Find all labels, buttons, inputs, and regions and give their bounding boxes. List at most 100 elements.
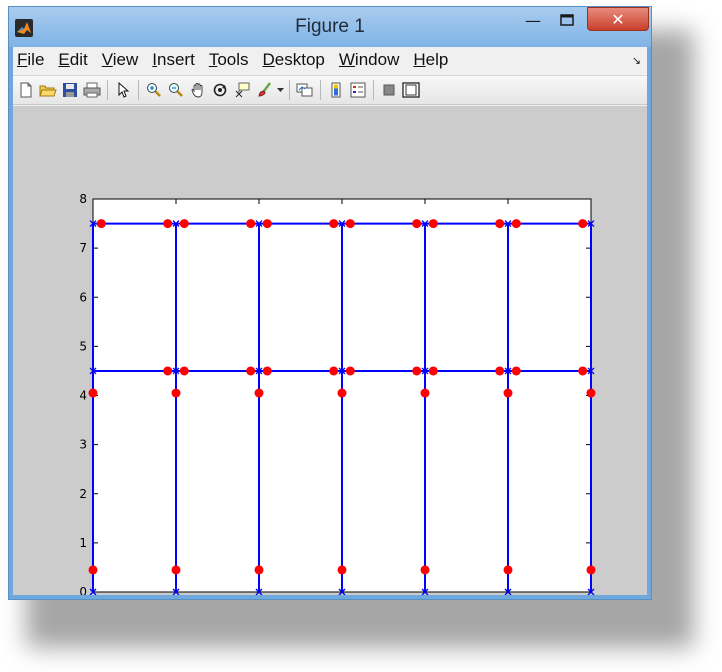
toolbar-separator — [289, 80, 290, 100]
menu-item-label: elp — [425, 50, 449, 69]
menu-item-desktop[interactable]: Desktop — [257, 50, 333, 70]
menu-item-accelerator: V — [101, 50, 113, 69]
menu-item-label: ools — [217, 50, 249, 69]
y-tick-label: 3 — [79, 438, 87, 452]
hide-plot-tools-icon[interactable] — [379, 80, 399, 100]
y-tick-label: 0 — [79, 585, 87, 595]
red-point — [495, 219, 505, 229]
red-point — [171, 565, 181, 575]
menu-item-window[interactable]: Window — [333, 50, 407, 70]
menu-item-insert[interactable]: Insert — [146, 50, 203, 70]
menu-item-accelerator: W — [338, 50, 355, 69]
y-tick-label: 1 — [79, 536, 87, 550]
y-tick-label: 6 — [79, 290, 87, 304]
menu-item-accelerator: F — [17, 50, 28, 69]
arrow-icon[interactable]: ↘ — [632, 54, 641, 67]
y-tick-label: 7 — [79, 241, 87, 255]
menu-item-label: indow — [354, 50, 400, 69]
menu-item-edit[interactable]: Edit — [52, 50, 95, 70]
print-icon[interactable] — [82, 80, 102, 100]
red-point — [246, 219, 256, 229]
pan-hand-icon[interactable] — [188, 80, 208, 100]
red-point — [171, 388, 181, 398]
maximize-button[interactable] — [551, 9, 583, 31]
red-point — [179, 366, 189, 376]
red-point — [88, 388, 98, 398]
zoom-out-icon[interactable] — [166, 80, 186, 100]
window-client: File Edit View Insert Tools Desktop Window Help… — [13, 47, 647, 595]
figure-toolbar — [13, 75, 647, 105]
red-point — [503, 565, 513, 575]
y-tick-label: 5 — [79, 339, 87, 353]
y-tick-label: 4 — [79, 389, 87, 403]
red-point — [88, 565, 98, 575]
red-point — [495, 366, 505, 376]
select-arrow-icon[interactable] — [113, 80, 133, 100]
red-point — [337, 388, 347, 398]
menu-item-label: dit — [69, 50, 88, 69]
plot-axes[interactable]: 051015202530012345678 — [13, 106, 647, 595]
red-point — [578, 366, 588, 376]
red-point — [420, 388, 430, 398]
red-point — [345, 366, 355, 376]
close-icon: ✕ — [611, 9, 625, 29]
red-point — [163, 219, 173, 229]
red-point — [329, 219, 339, 229]
red-point — [511, 366, 521, 376]
open-file-icon[interactable] — [38, 80, 58, 100]
minimize-button[interactable]: — — [517, 9, 549, 31]
red-point — [420, 565, 430, 575]
red-point — [96, 219, 106, 229]
menu-item-label: iew — [112, 50, 139, 69]
red-point — [262, 219, 272, 229]
menu-item-file[interactable]: File — [13, 50, 52, 70]
y-tick-label: 8 — [79, 192, 87, 206]
red-point — [337, 565, 347, 575]
red-point — [503, 388, 513, 398]
menu-item-view[interactable]: View — [96, 50, 147, 70]
y-tick-label: 2 — [79, 487, 87, 501]
menu-item-accelerator: E — [58, 50, 70, 69]
red-point — [412, 219, 422, 229]
maximize-icon — [560, 14, 574, 26]
red-point — [179, 219, 189, 229]
toolbar-separator — [107, 80, 108, 100]
show-plot-tools-icon[interactable] — [401, 80, 421, 100]
rotate-3d-icon[interactable] — [210, 80, 230, 100]
figure-window: Figure 1 — ✕ File Edit View Insert Tools Desk… — [8, 6, 652, 600]
title-bar[interactable]: Figure 1 — ✕ — [9, 7, 651, 47]
data-cursor-icon[interactable] — [232, 80, 252, 100]
brush-dropdown-icon[interactable] — [276, 80, 284, 100]
menu-bar: File Edit View Insert Tools Desktop Window Help — [13, 47, 647, 73]
red-point — [412, 366, 422, 376]
legend-icon[interactable] — [348, 80, 368, 100]
menu-item-label: nsert — [157, 50, 195, 69]
zoom-in-icon[interactable] — [144, 80, 164, 100]
red-point — [254, 388, 264, 398]
new-figure-icon[interactable] — [16, 80, 36, 100]
toolbar-separator — [138, 80, 139, 100]
red-point — [345, 219, 355, 229]
brush-icon[interactable] — [254, 80, 274, 100]
red-point — [586, 388, 596, 398]
red-point — [578, 219, 588, 229]
menu-item-label: ile — [27, 50, 45, 69]
red-point — [511, 219, 521, 229]
minimize-icon: — — [525, 10, 541, 30]
menu-item-help[interactable]: Help — [407, 50, 456, 70]
menu-item-accelerator: H — [413, 50, 426, 69]
red-point — [428, 219, 438, 229]
close-button[interactable]: ✕ — [587, 7, 649, 31]
menu-item-tools[interactable]: Tools — [203, 50, 257, 70]
menu-item-label: esktop — [274, 50, 325, 69]
red-point — [329, 366, 339, 376]
colorbar-icon[interactable] — [326, 80, 346, 100]
red-point — [586, 565, 596, 575]
red-point — [428, 366, 438, 376]
link-plot-icon[interactable] — [295, 80, 315, 100]
figure-canvas[interactable]: 051015202530012345678 — [13, 106, 647, 595]
save-icon[interactable] — [60, 80, 80, 100]
menu-item-accelerator: D — [262, 50, 275, 69]
red-point — [262, 366, 272, 376]
red-point — [163, 366, 173, 376]
